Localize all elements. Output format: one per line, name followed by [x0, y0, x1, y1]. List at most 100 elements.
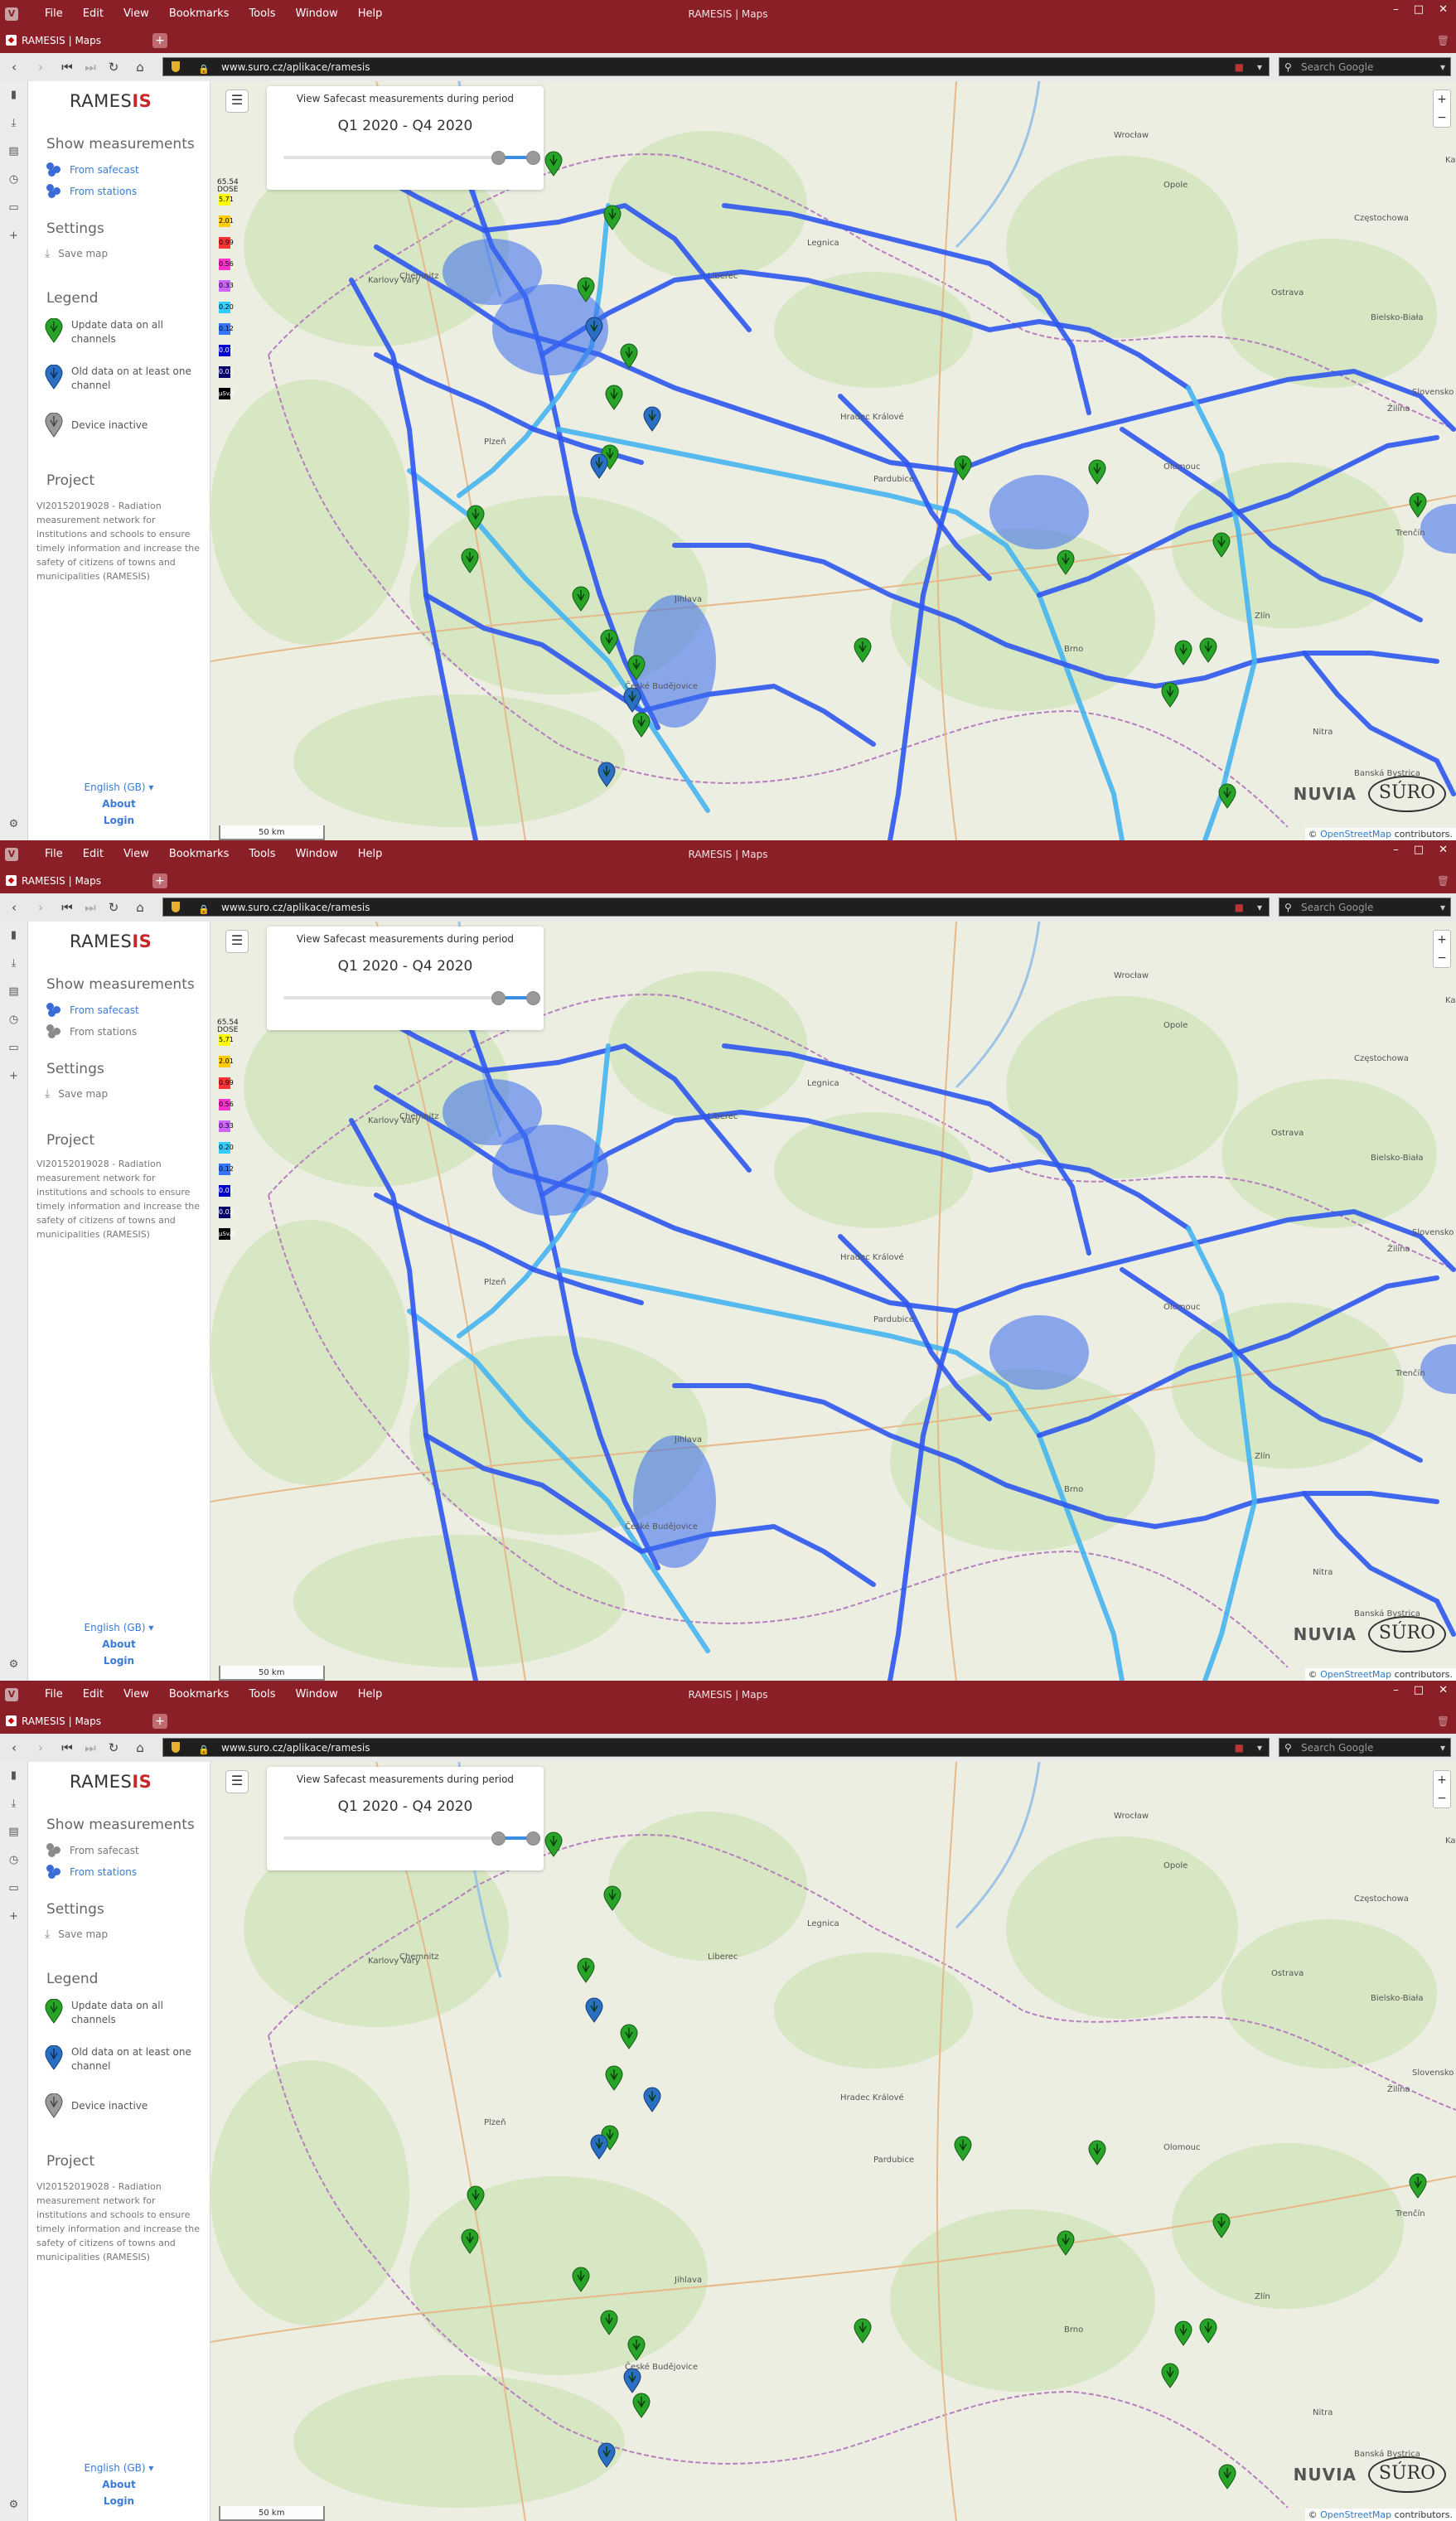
about-link[interactable]: About — [28, 2476, 210, 2493]
zoom-out-button[interactable]: − — [1434, 109, 1450, 127]
save-map-button[interactable]: ⤓ Save map — [45, 247, 108, 260]
fast-forward-icon[interactable]: ⏭ — [83, 60, 98, 75]
ramesis-logo[interactable]: RAMESIS — [70, 91, 152, 111]
window-panel-icon[interactable]: ▭ — [0, 1875, 27, 1903]
bookmark-icon[interactable]: ■ — [1235, 58, 1244, 77]
shield-icon[interactable] — [172, 902, 180, 912]
trash-icon[interactable]: 🗑 — [1437, 875, 1449, 887]
safecast-track-cluster[interactable] — [633, 595, 716, 728]
gear-icon[interactable]: ⚙ — [0, 810, 27, 839]
openstreetmap-link[interactable]: OpenStreetMap — [1320, 1669, 1391, 1680]
openstreetmap-link[interactable]: OpenStreetMap — [1320, 829, 1391, 840]
from-stations-toggle[interactable]: From stations — [45, 1865, 137, 1880]
home-icon[interactable]: ⌂ — [133, 1740, 148, 1755]
openstreetmap-link[interactable]: OpenStreetMap — [1320, 2509, 1391, 2520]
chevron-down-icon[interactable]: ▾ — [1257, 58, 1262, 77]
from-safecast-toggle[interactable]: From safecast — [45, 162, 139, 177]
bookmarks-panel-icon[interactable]: ▮ — [0, 81, 27, 109]
maximize-icon[interactable]: □ — [1414, 844, 1424, 856]
fast-forward-icon[interactable]: ⏭ — [83, 900, 98, 915]
history-panel-icon[interactable]: ◷ — [0, 1006, 27, 1034]
language-selector[interactable]: English (GB) ▾ — [28, 1619, 210, 1636]
rewind-icon[interactable]: ⏮ — [60, 60, 75, 75]
reload-icon[interactable]: ↻ — [106, 1740, 121, 1755]
address-bar[interactable]: 🔒 www.suro.cz/aplikace/ramesis ■ ▾ — [162, 57, 1270, 76]
window-panel-icon[interactable]: ▭ — [0, 1034, 27, 1062]
safecast-track-cluster[interactable] — [989, 475, 1089, 549]
gear-icon[interactable]: ⚙ — [0, 1651, 27, 1679]
add-panel-icon[interactable]: + — [0, 1062, 27, 1091]
close-icon[interactable]: ✕ — [1439, 3, 1448, 16]
trash-icon[interactable]: 🗑 — [1437, 35, 1449, 46]
minimize-icon[interactable]: – — [1393, 3, 1399, 16]
from-stations-toggle[interactable]: From stations — [45, 184, 137, 199]
notes-panel-icon[interactable]: ▤ — [0, 978, 27, 1006]
home-icon[interactable]: ⌂ — [133, 60, 148, 75]
chevron-down-icon[interactable]: ▾ — [1257, 898, 1262, 917]
close-icon[interactable]: ✕ — [1439, 844, 1448, 856]
history-panel-icon[interactable]: ◷ — [0, 1846, 27, 1875]
period-slider-start-handle[interactable] — [491, 991, 505, 1005]
downloads-panel-icon[interactable]: ⤓ — [0, 950, 27, 978]
forward-icon[interactable]: › — [33, 60, 48, 75]
period-slider-end-handle[interactable] — [526, 151, 540, 165]
period-slider[interactable] — [283, 1831, 540, 1846]
ramesis-logo[interactable]: RAMESIS — [70, 1772, 152, 1792]
zoom-out-button[interactable]: − — [1434, 1789, 1450, 1807]
home-icon[interactable]: ⌂ — [133, 900, 148, 915]
bookmark-icon[interactable]: ■ — [1235, 1739, 1244, 1758]
search-input[interactable]: ⚲ Search Google ▾ — [1279, 1738, 1451, 1757]
tab-ramesis[interactable]: ◆ RAMESIS | Maps — [0, 28, 141, 53]
add-panel-icon[interactable]: + — [0, 1903, 27, 1931]
map-canvas[interactable]: Wrocław Legnica Chemnitz Liberec Hradec Král… — [210, 81, 1456, 840]
safecast-track-cluster[interactable] — [443, 239, 542, 305]
map-canvas[interactable]: Wrocław Legnica Chemnitz Liberec Hradec Král… — [210, 922, 1456, 1681]
add-panel-icon[interactable]: + — [0, 222, 27, 250]
address-bar[interactable]: 🔒 www.suro.cz/aplikace/ramesis ■ ▾ — [162, 898, 1270, 917]
period-slider-start-handle[interactable] — [491, 151, 505, 165]
search-input[interactable]: ⚲ Search Google ▾ — [1279, 898, 1451, 917]
history-panel-icon[interactable]: ◷ — [0, 166, 27, 194]
hamburger-menu-icon[interactable]: ☰ — [225, 930, 249, 953]
period-slider-end-handle[interactable] — [526, 991, 540, 1005]
map-layer[interactable] — [210, 81, 1456, 840]
from-safecast-toggle[interactable]: From safecast — [45, 1003, 139, 1018]
zoom-in-button[interactable]: + — [1434, 931, 1450, 949]
fast-forward-icon[interactable]: ⏭ — [83, 1740, 98, 1755]
about-link[interactable]: About — [28, 1636, 210, 1652]
downloads-panel-icon[interactable]: ⤓ — [0, 1790, 27, 1818]
map-layer[interactable] — [210, 922, 1456, 1681]
maximize-icon[interactable]: □ — [1414, 1684, 1424, 1696]
save-map-button[interactable]: ⤓ Save map — [45, 1928, 108, 1941]
save-map-button[interactable]: ⤓ Save map — [45, 1087, 108, 1101]
chevron-down-icon[interactable]: ▾ — [1440, 898, 1445, 917]
new-tab-button[interactable]: + — [152, 873, 167, 888]
chevron-down-icon[interactable]: ▾ — [1257, 1739, 1262, 1758]
back-icon[interactable]: ‹ — [7, 1740, 22, 1755]
from-stations-toggle[interactable]: From stations — [45, 1024, 137, 1039]
forward-icon[interactable]: › — [33, 1740, 48, 1755]
safecast-track-cluster[interactable] — [633, 1435, 716, 1568]
period-slider[interactable] — [283, 151, 540, 165]
shield-icon[interactable] — [172, 1742, 180, 1753]
login-link[interactable]: Login — [28, 812, 210, 829]
window-panel-icon[interactable]: ▭ — [0, 194, 27, 222]
trash-icon[interactable]: 🗑 — [1437, 1715, 1449, 1727]
language-selector[interactable]: English (GB) ▾ — [28, 779, 210, 796]
safecast-track-cluster[interactable] — [443, 1079, 542, 1145]
minimize-icon[interactable]: – — [1393, 1684, 1399, 1696]
maximize-icon[interactable]: □ — [1414, 3, 1424, 16]
new-tab-button[interactable]: + — [152, 33, 167, 48]
zoom-out-button[interactable]: − — [1434, 949, 1450, 967]
minimize-icon[interactable]: – — [1393, 844, 1399, 856]
login-link[interactable]: Login — [28, 2493, 210, 2509]
downloads-panel-icon[interactable]: ⤓ — [0, 109, 27, 138]
safecast-track-cluster[interactable] — [989, 1315, 1089, 1390]
bookmark-icon[interactable]: ■ — [1235, 898, 1244, 917]
zoom-in-button[interactable]: + — [1434, 1771, 1450, 1789]
tab-ramesis[interactable]: ◆ RAMESIS | Maps — [0, 869, 141, 893]
new-tab-button[interactable]: + — [152, 1714, 167, 1729]
period-slider[interactable] — [283, 991, 540, 1005]
rewind-icon[interactable]: ⏮ — [60, 1740, 75, 1755]
period-slider-start-handle[interactable] — [491, 1831, 505, 1846]
